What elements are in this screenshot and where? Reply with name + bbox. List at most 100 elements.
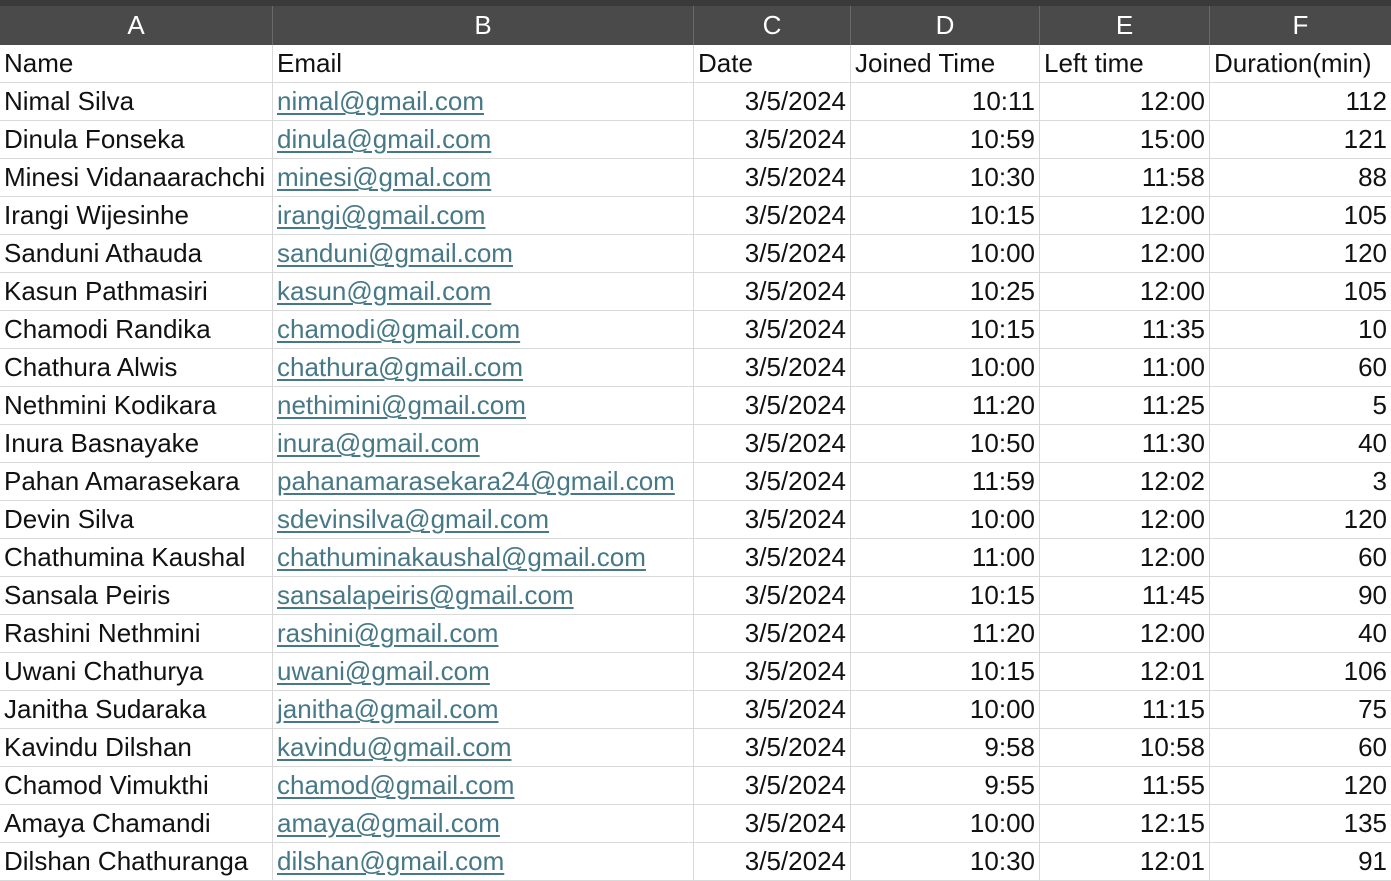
cell-joined-time[interactable]: 11:59 [851, 463, 1040, 500]
cell-duration[interactable]: 120 [1210, 767, 1391, 804]
cell-name[interactable]: Irangi Wijesinhe [0, 197, 273, 234]
cell-date[interactable]: 3/5/2024 [694, 805, 851, 842]
column-header-e[interactable]: E [1040, 6, 1210, 45]
cell-left-time[interactable]: 12:00 [1040, 83, 1210, 120]
cell-duration[interactable]: 135 [1210, 805, 1391, 842]
cell-joined-time[interactable]: 10:00 [851, 691, 1040, 728]
cell-joined-time[interactable]: 10:00 [851, 805, 1040, 842]
cell-duration[interactable]: 106 [1210, 653, 1391, 690]
cell-date[interactable]: 3/5/2024 [694, 653, 851, 690]
cell-left-time[interactable]: 12:00 [1040, 197, 1210, 234]
cell-name[interactable]: Dilshan Chathuranga [0, 843, 273, 880]
cell-joined-time[interactable]: 10:30 [851, 843, 1040, 880]
cell-name[interactable]: Chathura Alwis [0, 349, 273, 386]
cell-name[interactable]: Chamodi Randika [0, 311, 273, 348]
cell-duration[interactable]: 120 [1210, 235, 1391, 272]
cell-duration[interactable]: 88 [1210, 159, 1391, 196]
column-header-d[interactable]: D [851, 6, 1040, 45]
cell-left-time[interactable]: 11:35 [1040, 311, 1210, 348]
column-header-f[interactable]: F [1210, 6, 1391, 45]
cell-email[interactable]: nimal@gmail.com [273, 83, 694, 120]
cell-email[interactable]: kasun@gmail.com [273, 273, 694, 310]
cell-left-time[interactable]: 12:02 [1040, 463, 1210, 500]
cell-name[interactable]: Janitha Sudaraka [0, 691, 273, 728]
cell-left-time[interactable]: 12:15 [1040, 805, 1210, 842]
cell-name[interactable]: Minesi Vidanaarachchi [0, 159, 273, 196]
cell-email[interactable]: chathura@gmail.com [273, 349, 694, 386]
cell-duration[interactable]: 5 [1210, 387, 1391, 424]
cell-duration[interactable]: 60 [1210, 539, 1391, 576]
column-header-c[interactable]: C [694, 6, 851, 45]
cell-date[interactable]: 3/5/2024 [694, 463, 851, 500]
cell-email[interactable]: nethimini@gmail.com [273, 387, 694, 424]
cell-joined-time[interactable]: 10:15 [851, 577, 1040, 614]
cell-date[interactable]: 3/5/2024 [694, 767, 851, 804]
cell-duration[interactable]: 91 [1210, 843, 1391, 880]
cell-email[interactable]: irangi@gmail.com [273, 197, 694, 234]
cell-left-time[interactable]: 12:00 [1040, 501, 1210, 538]
cell-email[interactable]: chamodi@gmail.com [273, 311, 694, 348]
cell-left-time[interactable]: 11:58 [1040, 159, 1210, 196]
cell-left-time[interactable]: 12:00 [1040, 615, 1210, 652]
cell-email[interactable]: chamod@gmail.com [273, 767, 694, 804]
cell-email[interactable]: dilshan@gmail.com [273, 843, 694, 880]
cell-left-time[interactable]: 11:15 [1040, 691, 1210, 728]
cell-email[interactable]: rashini@gmail.com [273, 615, 694, 652]
cell-joined-time[interactable]: 9:58 [851, 729, 1040, 766]
cell-name[interactable]: Kavindu Dilshan [0, 729, 273, 766]
cell-date[interactable]: 3/5/2024 [694, 425, 851, 462]
cell-duration[interactable]: 60 [1210, 349, 1391, 386]
cell-email[interactable]: dinula@gmail.com [273, 121, 694, 158]
cell-name[interactable]: Sanduni Athauda [0, 235, 273, 272]
cell-joined-time[interactable]: 10:15 [851, 197, 1040, 234]
cell-duration[interactable]: 3 [1210, 463, 1391, 500]
cell-name[interactable]: Chathumina Kaushal [0, 539, 273, 576]
cell-date[interactable]: 3/5/2024 [694, 311, 851, 348]
cell-joined-time[interactable]: 10:00 [851, 501, 1040, 538]
cell-duration[interactable]: 40 [1210, 615, 1391, 652]
cell-date[interactable]: 3/5/2024 [694, 197, 851, 234]
cell-joined-time[interactable]: 10:15 [851, 311, 1040, 348]
cell-date[interactable]: 3/5/2024 [694, 577, 851, 614]
cell-date[interactable]: 3/5/2024 [694, 235, 851, 272]
cell-email[interactable]: amaya@gmail.com [273, 805, 694, 842]
cell-name[interactable]: Kasun Pathmasiri [0, 273, 273, 310]
cell-duration[interactable]: 60 [1210, 729, 1391, 766]
cell-joined-time[interactable]: 11:20 [851, 387, 1040, 424]
cell-date[interactable]: 3/5/2024 [694, 729, 851, 766]
cell-joined-time[interactable]: 10:30 [851, 159, 1040, 196]
cell-name[interactable]: Dinula Fonseka [0, 121, 273, 158]
cell-duration[interactable]: 121 [1210, 121, 1391, 158]
cell-left-time[interactable]: 15:00 [1040, 121, 1210, 158]
cell-left-time[interactable]: 12:00 [1040, 539, 1210, 576]
cell-email[interactable]: chathuminakaushal@gmail.com [273, 539, 694, 576]
cell-left-time[interactable]: 11:55 [1040, 767, 1210, 804]
cell-joined-time[interactable]: 10:59 [851, 121, 1040, 158]
cell-name[interactable]: Amaya Chamandi [0, 805, 273, 842]
cell-name[interactable]: Pahan Amarasekara [0, 463, 273, 500]
cell-name[interactable]: Nethmini Kodikara [0, 387, 273, 424]
cell-header-duration[interactable]: Duration(min) [1210, 45, 1391, 82]
cell-left-time[interactable]: 10:58 [1040, 729, 1210, 766]
cell-duration[interactable]: 105 [1210, 273, 1391, 310]
cell-email[interactable]: inura@gmail.com [273, 425, 694, 462]
cell-duration[interactable]: 40 [1210, 425, 1391, 462]
cell-header-date[interactable]: Date [694, 45, 851, 82]
cell-joined-time[interactable]: 10:00 [851, 349, 1040, 386]
cell-name[interactable]: Rashini Nethmini [0, 615, 273, 652]
cell-left-time[interactable]: 11:30 [1040, 425, 1210, 462]
cell-left-time[interactable]: 11:45 [1040, 577, 1210, 614]
cell-left-time[interactable]: 12:00 [1040, 273, 1210, 310]
cell-left-time[interactable]: 12:01 [1040, 653, 1210, 690]
cell-joined-time[interactable]: 9:55 [851, 767, 1040, 804]
cell-joined-time[interactable]: 10:00 [851, 235, 1040, 272]
column-header-b[interactable]: B [273, 6, 694, 45]
cell-name[interactable]: Uwani Chathurya [0, 653, 273, 690]
cell-date[interactable]: 3/5/2024 [694, 349, 851, 386]
cell-name[interactable]: Devin Silva [0, 501, 273, 538]
cell-date[interactable]: 3/5/2024 [694, 121, 851, 158]
cell-joined-time[interactable]: 10:15 [851, 653, 1040, 690]
cell-left-time[interactable]: 12:00 [1040, 235, 1210, 272]
cell-date[interactable]: 3/5/2024 [694, 501, 851, 538]
cell-date[interactable]: 3/5/2024 [694, 691, 851, 728]
